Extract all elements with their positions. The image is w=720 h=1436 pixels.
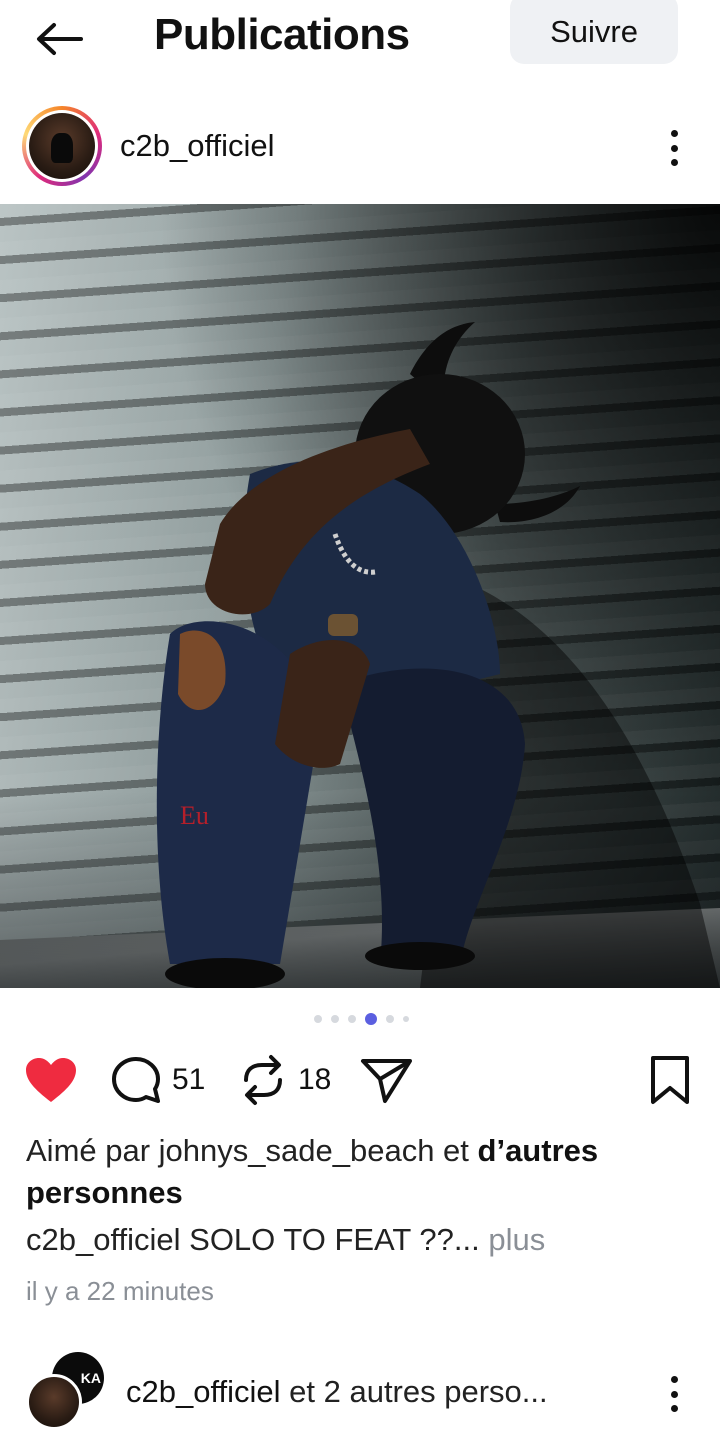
person-figure: Eu — [156, 322, 720, 988]
heart-filled-icon — [26, 1058, 76, 1102]
page-title: Publications — [154, 10, 410, 59]
carousel-dot — [403, 1016, 409, 1022]
post-menu-button[interactable] — [658, 126, 690, 170]
carousel-dot — [331, 1015, 339, 1023]
post-image[interactable]: Eu — [0, 204, 720, 988]
bookmark-icon — [651, 1056, 689, 1104]
caption-username[interactable]: c2b_officiel — [26, 1222, 181, 1257]
comment-button[interactable]: 51 — [110, 1050, 205, 1110]
carousel-dot — [386, 1015, 394, 1023]
post-menu-button[interactable] — [658, 1372, 690, 1416]
carousel-indicator — [314, 1012, 409, 1026]
post-username[interactable]: c2b_officiel — [120, 128, 275, 164]
carousel-dot — [348, 1015, 356, 1023]
arrow-left-icon — [37, 23, 83, 55]
post-actions: 51 18 — [0, 1050, 720, 1110]
share-button[interactable] — [360, 1050, 414, 1110]
likes-summary[interactable]: Aimé par johnys_sade_beach et d’autres p… — [26, 1130, 686, 1214]
next-post-authors[interactable]: c2b_officiel et 2 autres perso... — [126, 1374, 548, 1410]
repost-icon — [244, 1055, 282, 1105]
svg-text:Eu: Eu — [180, 801, 209, 830]
post-timestamp: il y a 22 minutes — [26, 1276, 214, 1306]
caption-more-link[interactable]: plus — [480, 1222, 545, 1257]
like-button[interactable] — [24, 1050, 78, 1110]
caption-text: SOLO TO FEAT ??... — [180, 1222, 480, 1257]
save-button[interactable] — [648, 1050, 692, 1110]
avatar[interactable] — [22, 106, 102, 186]
comment-icon — [112, 1057, 160, 1103]
more-vertical-icon — [670, 1376, 678, 1383]
carousel-dot-active — [365, 1013, 377, 1025]
top-bar: Publications Suivre — [0, 0, 720, 80]
repost-button[interactable]: 18 — [238, 1050, 331, 1110]
post-header: c2b_officiel — [0, 104, 720, 190]
carousel-dot — [314, 1015, 322, 1023]
avatar[interactable] — [26, 1374, 82, 1430]
repost-count: 18 — [298, 1063, 332, 1096]
avatar-image — [29, 113, 95, 179]
follow-button[interactable]: Suivre — [510, 0, 678, 64]
next-post-header: KA c2b_officiel et 2 autres perso... — [0, 1346, 720, 1436]
send-icon — [361, 1059, 412, 1103]
back-button[interactable] — [30, 14, 88, 64]
post-caption[interactable]: c2b_officiel SOLO TO FEAT ??... plus — [26, 1222, 545, 1258]
comment-count: 51 — [172, 1063, 206, 1096]
more-vertical-icon — [670, 130, 678, 137]
